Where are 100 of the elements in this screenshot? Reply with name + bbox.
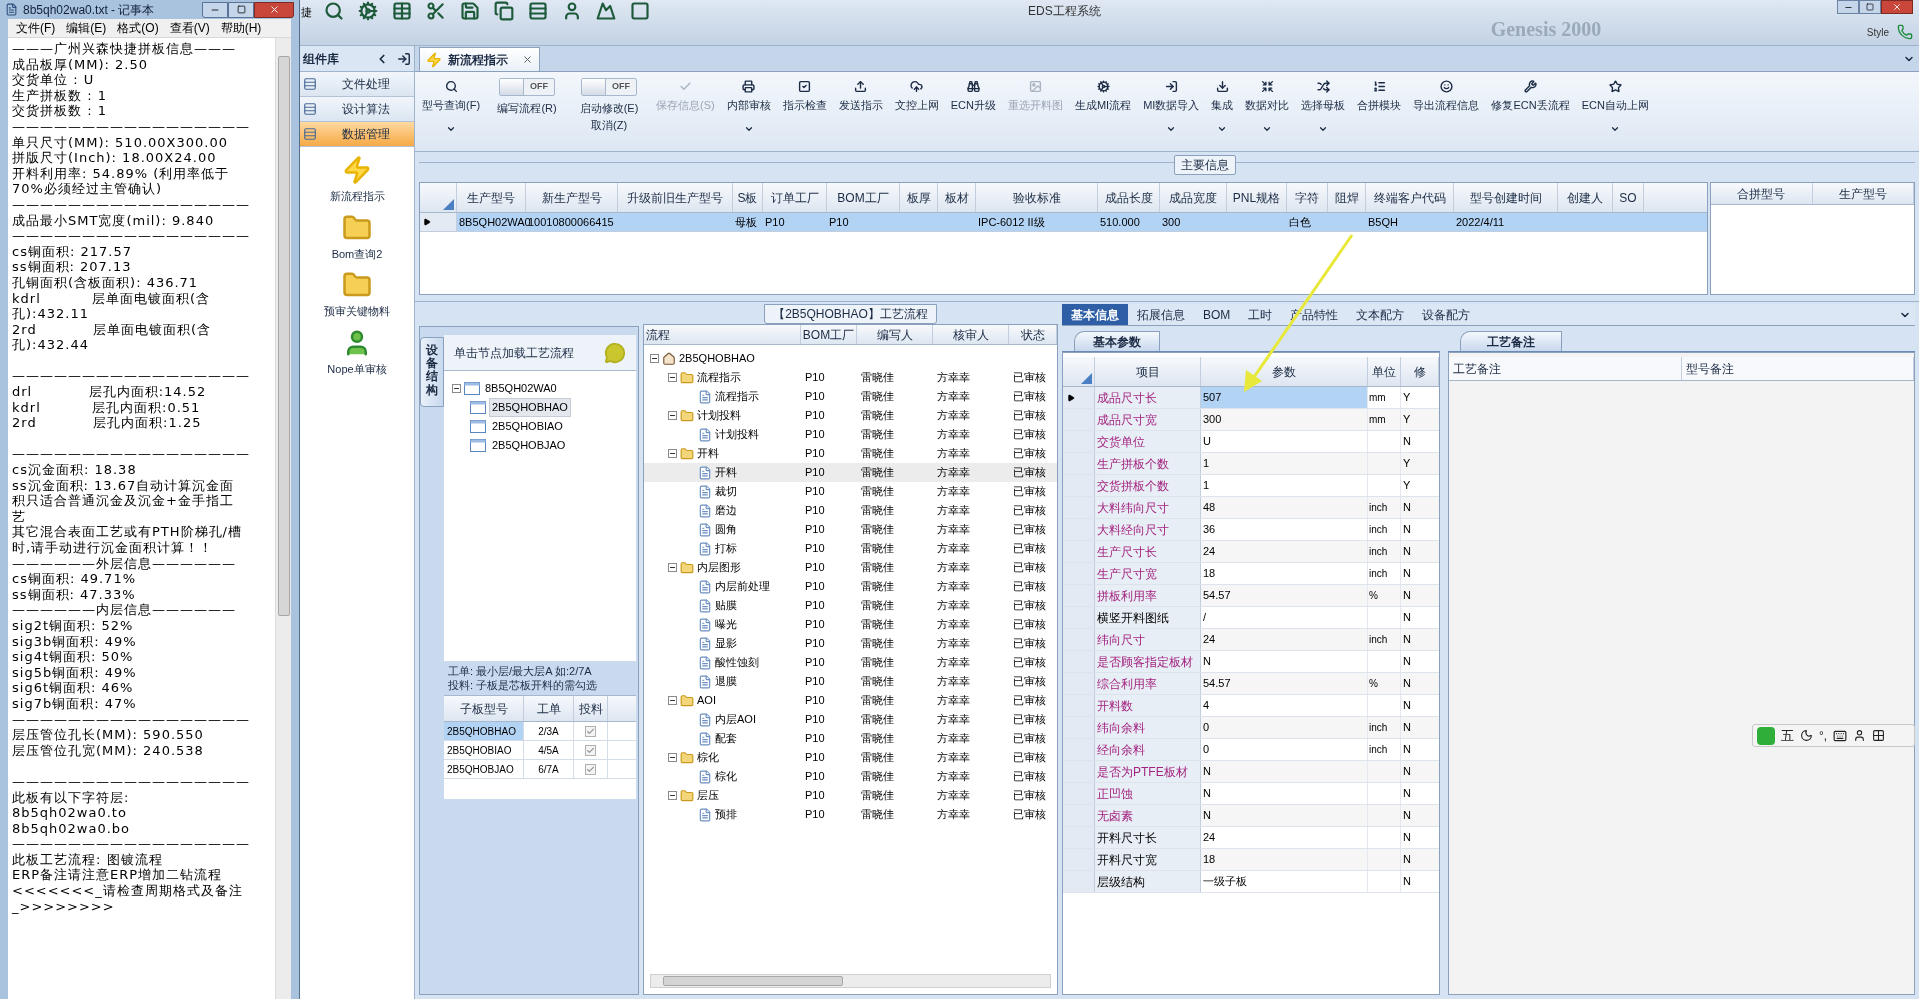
collapse-icon[interactable] xyxy=(668,791,677,800)
rows-icon[interactable] xyxy=(528,1,548,21)
column-header[interactable]: 修 xyxy=(1401,357,1439,386)
tree-node[interactable]: 退膜 xyxy=(715,673,737,690)
column-header[interactable]: 终端客户代码 xyxy=(1366,183,1454,212)
column-header[interactable]: 核审人 xyxy=(933,325,1009,344)
tree-node[interactable]: 8B5QH02WA0 xyxy=(483,380,559,397)
value-cell[interactable]: 300 xyxy=(1201,409,1368,430)
tree-node[interactable]: 预排 xyxy=(715,806,737,823)
tree-node[interactable]: 内层AOI xyxy=(715,711,756,728)
column-header[interactable]: 验收标准 xyxy=(976,183,1098,212)
column-header[interactable]: 合拼型号 xyxy=(1711,183,1813,204)
ribbon-button[interactable]: 文控上网 xyxy=(889,78,944,140)
column-header[interactable]: 项目 xyxy=(1095,357,1201,386)
ribbon-button[interactable]: 内部审核 xyxy=(721,78,776,140)
value-cell[interactable]: 0 xyxy=(1201,717,1368,738)
tree-node[interactable]: 开料 xyxy=(715,464,737,481)
column-header[interactable]: 生产型号 xyxy=(457,183,526,212)
menu-item[interactable]: 编辑(E) xyxy=(66,19,107,37)
checkbox[interactable] xyxy=(585,744,596,756)
tab[interactable]: 拓展信息 xyxy=(1128,304,1194,325)
search-icon[interactable] xyxy=(324,1,344,21)
panel-tab[interactable]: 基本参数 xyxy=(1074,331,1160,351)
column-header[interactable]: 子板型号 xyxy=(444,696,524,721)
value-cell[interactable]: 54.57 xyxy=(1201,585,1368,606)
column-header[interactable]: 编写人 xyxy=(857,325,933,344)
value-cell[interactable]: U xyxy=(1201,431,1368,452)
column-header[interactable]: 工单 xyxy=(524,696,574,721)
tree-node[interactable]: 计划投料 xyxy=(715,426,759,443)
nav-section[interactable]: 设计算法 xyxy=(300,97,414,122)
column-header[interactable]: 板厚 xyxy=(900,183,938,212)
column-header[interactable]: SO xyxy=(1613,183,1644,212)
value-cell[interactable]: 一级子板 xyxy=(1201,871,1368,892)
collapse-icon[interactable] xyxy=(650,354,659,363)
value-cell[interactable]: N xyxy=(1201,783,1368,804)
maximize-button[interactable] xyxy=(1859,0,1881,14)
tree-node[interactable]: 流程指示 xyxy=(697,369,741,386)
menu-item[interactable]: 格式(O) xyxy=(117,19,159,37)
tree-node[interactable]: 层压 xyxy=(697,787,719,804)
value-cell[interactable]: 18 xyxy=(1201,563,1368,584)
value-cell[interactable]: 18 xyxy=(1201,849,1368,870)
toggle-switch[interactable]: OFF xyxy=(581,78,638,96)
square-icon[interactable] xyxy=(630,1,650,21)
tree-node[interactable]: 2B5QHOBHAO xyxy=(489,398,571,417)
column-header[interactable]: 生产型号 xyxy=(1812,183,1914,204)
value-cell[interactable]: 36 xyxy=(1201,519,1368,540)
collapse-icon[interactable] xyxy=(668,753,677,762)
value-cell[interactable]: 1 xyxy=(1201,453,1368,474)
checkbox[interactable] xyxy=(585,725,596,737)
tree-node[interactable]: 2B5QHOBHAO xyxy=(679,350,755,367)
value-cell[interactable]: 54.57 xyxy=(1201,673,1368,694)
ribbon-button[interactable]: MI数据导入 xyxy=(1138,78,1205,140)
value-cell[interactable]: 0 xyxy=(1201,739,1368,760)
close-icon[interactable] xyxy=(522,54,533,65)
column-header[interactable]: 型号创建时间 xyxy=(1454,183,1558,212)
row-header[interactable] xyxy=(420,213,457,231)
column-header[interactable]: BOM工厂 xyxy=(801,325,857,344)
table-cell[interactable]: 2B5QHOBIAO xyxy=(444,741,524,759)
checkbox[interactable] xyxy=(585,763,596,775)
collapse-icon[interactable] xyxy=(668,373,677,382)
tree-node[interactable]: 贴膜 xyxy=(715,597,737,614)
grid-icon[interactable] xyxy=(1872,729,1886,742)
tree-node[interactable]: 棕化 xyxy=(715,768,737,785)
close-button[interactable] xyxy=(1881,0,1913,14)
value-cell[interactable]: 1 xyxy=(1201,475,1368,496)
tree-node[interactable]: 圆角 xyxy=(715,521,737,538)
value-cell[interactable]: 24 xyxy=(1201,827,1368,848)
close-button[interactable] xyxy=(254,1,294,18)
collapse-icon[interactable] xyxy=(668,696,677,705)
column-header[interactable]: 工艺备注 xyxy=(1453,359,1501,378)
ribbon-button[interactable]: 发送指示 xyxy=(833,78,888,140)
collapse-icon[interactable] xyxy=(452,384,461,393)
column-header[interactable]: 订单工厂 xyxy=(763,183,827,212)
tree-node[interactable]: 酸性蚀刻 xyxy=(715,654,759,671)
tree-node[interactable]: 显影 xyxy=(715,635,737,652)
column-header[interactable]: 成品长度 xyxy=(1098,183,1160,212)
column-header[interactable]: 字符 xyxy=(1287,183,1328,212)
value-cell[interactable]: / xyxy=(1201,607,1368,628)
column-header[interactable]: 新生产型号 xyxy=(526,183,618,212)
user-icon[interactable] xyxy=(1853,729,1867,742)
nav-section[interactable]: 文件处理 xyxy=(300,72,414,97)
value-cell[interactable]: N xyxy=(1201,651,1368,672)
ribbon-button[interactable]: 合拼模块 xyxy=(1352,78,1407,140)
value-cell[interactable]: 24 xyxy=(1201,629,1368,650)
tree-node[interactable]: 配套 xyxy=(715,730,737,747)
table-row[interactable]: 8B5QH02WA010010800066415 母板 P10 P10 IPC-6012 II级 510.000 300 白色 B5QH 2022/4/11 xyxy=(420,213,1707,232)
tool-label[interactable]: Nope单审核 xyxy=(327,360,387,377)
tree-node[interactable]: 内层前处理 xyxy=(715,578,770,595)
menu-item[interactable]: 文件(F) xyxy=(16,19,56,37)
column-header[interactable]: PNL规格 xyxy=(1227,183,1287,212)
tool-label[interactable]: 新流程指示 xyxy=(329,188,385,205)
menu-item[interactable]: 帮助(H) xyxy=(220,19,262,37)
user-icon[interactable] xyxy=(562,1,582,21)
tool-label[interactable]: 预审关键物料 xyxy=(324,303,390,320)
value-cell[interactable]: 507 xyxy=(1201,387,1368,408)
column-header[interactable]: 升级前旧生产型号 xyxy=(618,183,733,212)
tree-node[interactable]: 裁切 xyxy=(715,483,737,500)
ribbon-button[interactable]: 指示检查 xyxy=(777,78,832,140)
save-icon[interactable] xyxy=(460,1,480,21)
scrollbar[interactable] xyxy=(275,38,291,999)
